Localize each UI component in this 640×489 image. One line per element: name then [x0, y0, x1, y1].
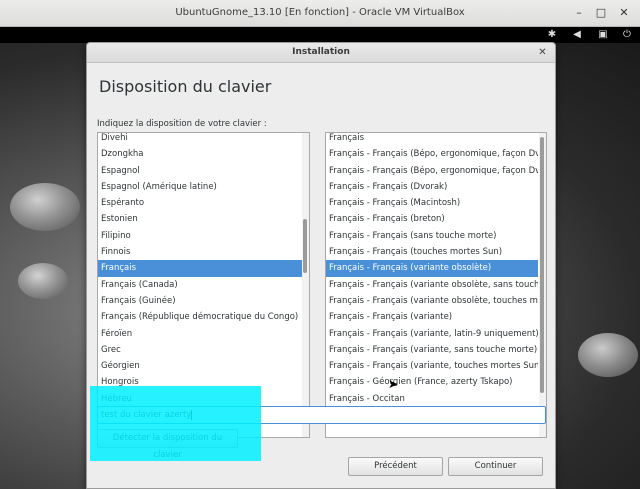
- water-drop-decoration: [18, 263, 68, 299]
- layout-list-item[interactable]: Divehi: [98, 133, 303, 146]
- layout-list-scroll-thumb[interactable]: [303, 219, 307, 273]
- variant-list-item[interactable]: Français - Français (breton): [326, 211, 538, 227]
- layout-list-item[interactable]: Estonien: [98, 211, 303, 227]
- variant-list-item[interactable]: Français: [326, 133, 538, 146]
- power-icon[interactable]: ⏻: [620, 28, 634, 42]
- layout-list-item[interactable]: Espagnol: [98, 163, 303, 179]
- variant-list-item[interactable]: Français - Français (Dvorak): [326, 179, 538, 195]
- water-drop-decoration: [10, 183, 80, 231]
- water-drop-decoration: [578, 333, 638, 377]
- page-title: Disposition du clavier: [99, 77, 272, 96]
- layout-list-item[interactable]: Finnois: [98, 244, 303, 260]
- layout-list-item[interactable]: Hébreu: [98, 391, 303, 407]
- layout-list-item[interactable]: Féroïen: [98, 326, 303, 342]
- layout-list-item[interactable]: Espéranto: [98, 195, 303, 211]
- variant-list-item[interactable]: Français - Français (Bépo, ergonomique, …: [326, 163, 538, 179]
- minimize-icon[interactable]: –: [572, 6, 586, 20]
- mouse-pointer-icon: ➤: [388, 377, 399, 391]
- variant-list-item[interactable]: Français - Français (variante, latin-9 u…: [326, 326, 538, 342]
- layout-list-item[interactable]: Espagnol (Amérique latine): [98, 179, 303, 195]
- variant-list-item[interactable]: Français - Français (variante, touches m…: [326, 358, 538, 374]
- layout-prompt-label: Indiquez la disposition de votre clavier…: [97, 119, 267, 129]
- variant-list-item[interactable]: Français - Français (touches mortes Sun): [326, 244, 538, 260]
- layout-list-item[interactable]: Grec: [98, 342, 303, 358]
- close-icon[interactable]: ✕: [536, 46, 549, 59]
- variant-list-item[interactable]: Français - Français (variante obsolète): [326, 260, 538, 277]
- layout-list-item[interactable]: Français: [98, 260, 303, 277]
- variant-list-scrollbar[interactable]: [539, 133, 546, 437]
- layout-list-item[interactable]: Français (République démocratique du Con…: [98, 309, 303, 325]
- layout-list-scrollbar[interactable]: [302, 133, 309, 437]
- close-icon[interactable]: ✕: [617, 6, 631, 20]
- accessibility-icon[interactable]: ✱: [545, 28, 559, 42]
- variant-list[interactable]: Français Français - Français (Bépo, ergon…: [325, 132, 547, 438]
- dialog-titlebar: Installation ✕: [87, 43, 555, 63]
- variant-list-item[interactable]: Français - Français (variante obsolète, …: [326, 277, 538, 293]
- variant-list-item[interactable]: Français - Français (variante obsolète, …: [326, 293, 538, 309]
- vbox-window-title: UbuntuGnome_13.10 [En fonction] - Oracle…: [175, 7, 465, 18]
- variant-list-item[interactable]: Français - Français (Macintosh): [326, 195, 538, 211]
- volume-icon[interactable]: ◀: [570, 28, 584, 42]
- layout-list[interactable]: Divehi Dzongkha Espagnol Espagnol (Amérique…: [97, 132, 310, 438]
- variant-list-item[interactable]: Français - Occitan: [326, 391, 538, 407]
- detect-layout-button[interactable]: Détecter la disposition du clavier: [97, 429, 238, 460]
- layout-list-item[interactable]: Dzongkha: [98, 146, 303, 162]
- layout-list-item[interactable]: Filipino: [98, 228, 303, 244]
- keyboard-test-input-value: test du clavier azerty: [101, 410, 192, 420]
- variant-list-scroll-thumb[interactable]: [540, 137, 544, 393]
- variant-list-item[interactable]: Français - Français (sans touche morte): [326, 228, 538, 244]
- variant-list-item[interactable]: Français - Français (Bépo, ergonomique, …: [326, 146, 538, 162]
- vbox-window-titlebar: UbuntuGnome_13.10 [En fonction] - Oracle…: [0, 0, 640, 27]
- network-icon[interactable]: ▣: [596, 28, 610, 42]
- text-caret: [191, 409, 193, 420]
- continue-button[interactable]: Continuer: [448, 457, 543, 476]
- gnome-top-panel: ✱ ◀ ▣ ⏻: [0, 27, 640, 43]
- dialog-title: Installation: [292, 47, 350, 57]
- variant-list-item[interactable]: Français - Géorgien (France, azerty Tska…: [326, 374, 538, 390]
- keyboard-test-input[interactable]: test du clavier azerty: [97, 406, 546, 424]
- layout-list-item[interactable]: Français (Guinée): [98, 293, 303, 309]
- layout-list-item[interactable]: Géorgien: [98, 358, 303, 374]
- variant-list-item[interactable]: Français - Français (variante): [326, 309, 538, 325]
- installer-dialog: Installation ✕ Disposition du clavier In…: [86, 42, 556, 489]
- layout-list-item[interactable]: Hongrois: [98, 374, 303, 390]
- variant-list-item[interactable]: Français - Français (variante, sans touc…: [326, 342, 538, 358]
- layout-list-item[interactable]: Français (Canada): [98, 277, 303, 293]
- maximize-icon[interactable]: □: [594, 6, 608, 20]
- back-button[interactable]: Précédent: [348, 457, 443, 476]
